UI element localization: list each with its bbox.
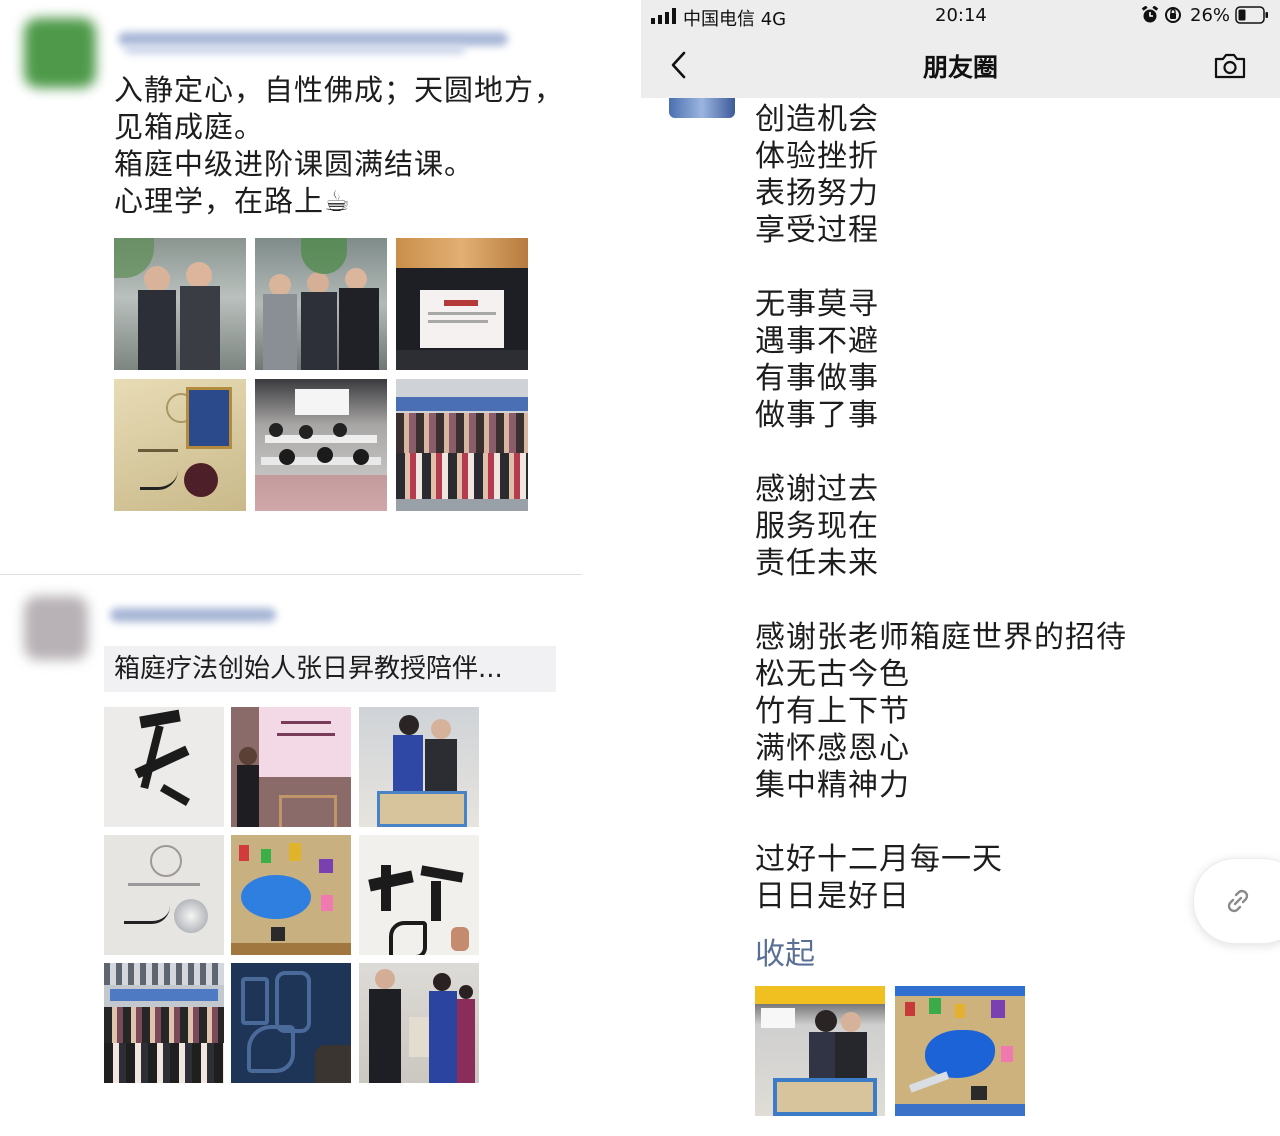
orientation-lock-icon [1165, 7, 1181, 23]
clock: 20:14 [935, 5, 987, 26]
photo-group-photo[interactable] [104, 963, 224, 1083]
username-blurred-2 [125, 46, 465, 54]
battery-icon [1235, 6, 1268, 24]
poem-line: 日日是好日 [755, 879, 910, 914]
photo-two-people-sandtray[interactable] [755, 986, 885, 1116]
photo-speaker-stage[interactable] [231, 707, 351, 827]
status-bar: 中国电信 4G 20:14 26% [641, 0, 1280, 32]
photo-calligraphy-book[interactable] [359, 835, 479, 955]
poem-line: 无事莫寻 [755, 287, 879, 322]
poem-line: 竹有上下节 [755, 694, 910, 729]
poem-line: 做事了事 [755, 398, 879, 433]
photo-lecture-screen[interactable] [396, 238, 528, 370]
post-text-line-1: 入静定心，自性佛成；天圆地方， [114, 73, 565, 107]
photo-two-men-standing[interactable] [114, 238, 246, 370]
post-divider [0, 574, 582, 575]
poem-line: 感谢张老师箱庭世界的招待 [755, 620, 1127, 655]
username-blurred[interactable] [118, 32, 508, 46]
nav-bar: 朋友圈 [641, 32, 1280, 98]
photo-three-men-thumbs-up[interactable] [255, 238, 387, 370]
photo-people-at-table[interactable] [359, 963, 479, 1083]
photo-certificate-seal[interactable] [114, 379, 246, 511]
poem-line: 松无古今色 [755, 657, 910, 692]
poem-line: 创造机会 [755, 102, 879, 137]
battery-percent: 26% [1190, 5, 1231, 26]
poem-line: 满怀感恩心 [755, 731, 910, 766]
avatar[interactable] [669, 98, 735, 118]
photo-sandtray-figures[interactable] [231, 835, 351, 955]
username-blurred[interactable] [110, 608, 276, 622]
poem-line: 集中精神力 [755, 768, 910, 803]
collapse-link[interactable]: 收起 [755, 929, 815, 973]
alarm-icon [1141, 6, 1159, 23]
post-text-line-2: 见箱成庭。 [114, 110, 265, 144]
photo-group-photo[interactable] [396, 379, 528, 511]
floating-link-button[interactable] [1193, 858, 1280, 944]
photo-two-people-sandtray[interactable] [359, 707, 479, 827]
signal-icon [651, 8, 676, 24]
shared-link-card[interactable]: 箱庭疗法创始人张日昇教授陪伴... [104, 646, 556, 692]
photo-sandtray-blue-lake[interactable] [895, 986, 1025, 1116]
poem-line: 服务现在 [755, 509, 879, 544]
link-icon [1227, 889, 1249, 913]
carrier-label: 中国电信 4G [683, 9, 787, 30]
poem-line: 责任未来 [755, 546, 879, 581]
post-text-line-3: 箱庭中级进阶课圆满结课。 [114, 147, 475, 181]
page-title: 朋友圈 [922, 53, 998, 82]
photo-calligraphy-blue[interactable] [231, 963, 351, 1083]
photo-calligraphy[interactable] [104, 707, 224, 827]
poem-line: 表扬努力 [755, 176, 879, 211]
avatar[interactable] [24, 596, 88, 660]
poem-line: 体验挫折 [755, 139, 879, 174]
photo-certificate-silver-seal[interactable] [104, 835, 224, 955]
poem-line: 遇事不避 [755, 324, 879, 359]
post-text-line-4: 心理学，在路上☕ [114, 184, 351, 218]
camera-icon[interactable] [1213, 52, 1247, 80]
avatar[interactable] [24, 18, 96, 88]
poem-line: 过好十二月每一天 [755, 842, 1003, 877]
poem-line: 感谢过去 [755, 472, 879, 507]
poem-line: 有事做事 [755, 361, 879, 396]
shared-link-title: 箱庭疗法创始人张日昇教授陪伴... [114, 654, 503, 684]
photo-classroom-audience[interactable] [255, 379, 387, 511]
poem-line: 享受过程 [755, 213, 879, 248]
